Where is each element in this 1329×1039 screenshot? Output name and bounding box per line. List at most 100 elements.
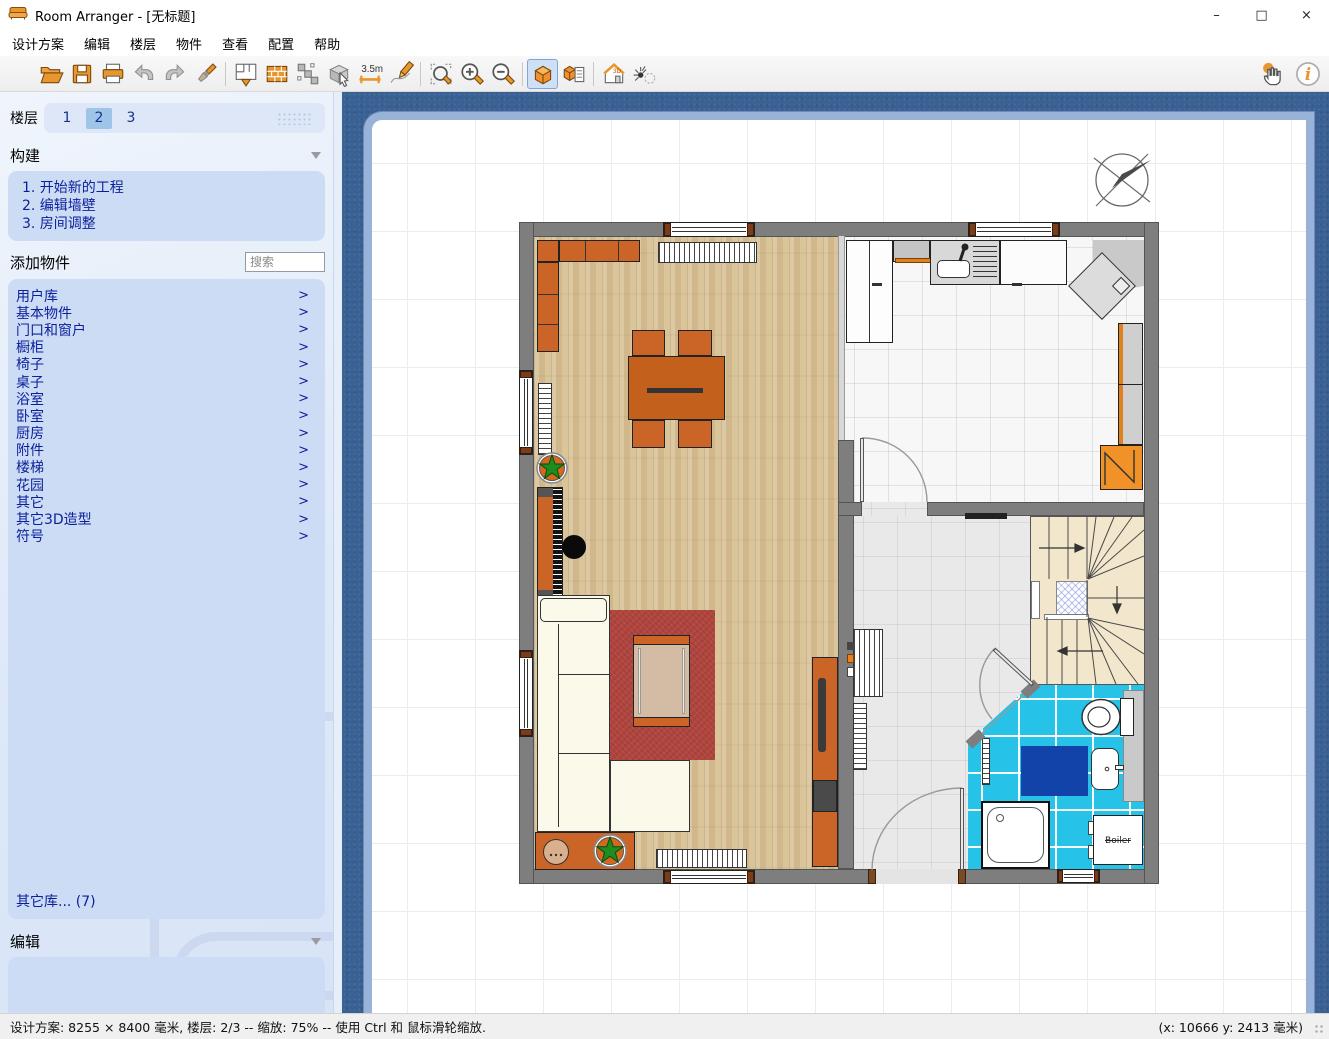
sideboard-left-run[interactable] [537,262,559,352]
new-document-button[interactable] [4,59,35,89]
zoom-window-button[interactable] [425,59,456,89]
category-kitchen[interactable]: 厨房> [16,425,325,442]
coffee-table[interactable] [633,635,690,727]
category-cabinets[interactable]: 橱柜> [16,339,325,356]
kitchen-appliance-orange[interactable] [1100,445,1143,490]
radiator-bathroom[interactable] [982,738,990,785]
view-3d-button[interactable] [527,59,558,89]
floor-plan-button[interactable] [230,59,261,89]
dining-chair[interactable] [632,420,665,448]
open-button[interactable] [35,59,66,89]
dining-chair[interactable] [632,330,665,356]
pan-hand-button[interactable] [1257,59,1288,89]
window-living-bottom[interactable] [663,870,755,884]
category-other-3d[interactable]: 其它3D造型> [16,510,325,527]
build-step-new-project[interactable]: 1. 开始新的工程 [22,179,325,197]
shelf-ladder[interactable] [538,383,552,455]
build-steps-panel: 1. 开始新的工程 2. 编辑墙壁 3. 房间调整 [8,171,325,241]
lights-button[interactable] [629,59,660,89]
plan-canvas[interactable]: Boiler [342,92,1329,1013]
window-kitchen-top[interactable] [968,222,1060,237]
window-living-left-upper[interactable] [519,370,533,455]
sofa[interactable] [537,595,610,832]
sideboard-corner[interactable] [537,240,559,262]
category-symbols[interactable]: 符号> [16,528,325,545]
window-living-top[interactable] [663,222,755,237]
drag-grip-icon[interactable] [277,112,311,125]
resize-grip-icon[interactable] [1313,1023,1325,1035]
category-garden[interactable]: 花园> [16,476,325,493]
sidebar-splitter[interactable] [333,92,342,1013]
menu-object[interactable]: 物件 [166,31,212,56]
save-button[interactable] [66,59,97,89]
menu-design[interactable]: 设计方案 [2,31,74,56]
drawing-sheet[interactable]: Boiler [372,120,1306,1013]
toilet-cistern[interactable] [1120,698,1134,736]
menu-edit[interactable]: 编辑 [74,31,120,56]
menu-config[interactable]: 配置 [258,31,304,56]
measure-button[interactable]: 3.5m [354,59,385,89]
towel-ladder-hall[interactable] [853,703,867,770]
about-info-button[interactable]: i [1292,59,1323,89]
category-other[interactable]: 其它> [16,493,325,510]
build-step-edit-walls[interactable]: 2. 编辑墙壁 [22,197,325,215]
minimize-button[interactable]: – [1194,0,1239,30]
kitchen-counter-white[interactable] [1000,240,1067,285]
print-button[interactable] [97,59,128,89]
zoom-out-button[interactable] [487,59,518,89]
dining-chair[interactable] [678,330,712,356]
format-brush-button[interactable] [190,59,221,89]
window-bathroom[interactable] [1057,869,1100,883]
table-centerpiece [647,388,703,393]
zoom-in-button[interactable] [456,59,487,89]
floor-button-3[interactable]: 3 [118,108,144,129]
undo-button[interactable] [128,59,159,89]
window-living-left-lower[interactable] [519,650,533,737]
select-objects-button[interactable] [292,59,323,89]
sideboard-top-run[interactable] [559,240,640,262]
front-door-opening[interactable] [876,869,958,884]
staircase[interactable] [1030,516,1145,685]
category-tables[interactable]: 桌子> [16,373,325,390]
bookshelf[interactable] [537,487,563,600]
pick-object-button[interactable] [323,59,354,89]
bath-mat[interactable] [1021,746,1088,796]
category-user-library[interactable]: 用户库> [16,287,325,304]
radiator-hall[interactable] [853,629,883,697]
media-box[interactable] [813,780,837,812]
collapse-filter-icon[interactable] [311,152,321,159]
radiator-living-bottom[interactable] [656,849,747,868]
floor-button-2-selected[interactable]: 2 [86,108,112,129]
shower-tray[interactable] [981,801,1050,869]
menu-view[interactable]: 查看 [212,31,258,56]
walls-brick-button[interactable] [261,59,292,89]
menu-help[interactable]: 帮助 [304,31,350,56]
category-chairs[interactable]: 椅子> [16,356,325,373]
boiler-label: Boiler [1094,836,1142,846]
category-accessories[interactable]: 附件> [16,442,325,459]
search-input[interactable] [245,252,325,272]
collapse-filter-icon[interactable] [311,938,321,945]
category-bathroom[interactable]: 浴室> [16,390,325,407]
dining-chair[interactable] [678,420,712,448]
draw-pencil-button[interactable] [385,59,416,89]
object-list-button[interactable] [558,59,589,89]
category-basic-objects[interactable]: 基本物件> [16,304,325,321]
close-button[interactable]: × [1284,0,1329,30]
chaise-ottoman[interactable] [610,760,690,832]
build-step-adjust-rooms[interactable]: 3. 房间调整 [22,215,325,233]
category-doors-windows[interactable]: 门口和窗户> [16,321,325,338]
kitchen-counter-right[interactable] [1118,323,1143,445]
menu-floor[interactable]: 楼层 [120,31,166,56]
side-table[interactable] [543,839,569,865]
walls-3d-button[interactable]: 3D [598,59,629,89]
more-libraries-link[interactable]: 其它库... (7) [16,891,96,911]
category-bedroom[interactable]: 卧室> [16,407,325,424]
maximize-button[interactable]: □ [1239,0,1284,30]
floor-button-1[interactable]: 1 [54,108,80,129]
radiator-living-top[interactable] [658,242,757,263]
redo-button[interactable] [159,59,190,89]
divider [585,241,586,261]
boiler[interactable]: Boiler [1093,815,1143,865]
category-stairs[interactable]: 楼梯> [16,459,325,476]
